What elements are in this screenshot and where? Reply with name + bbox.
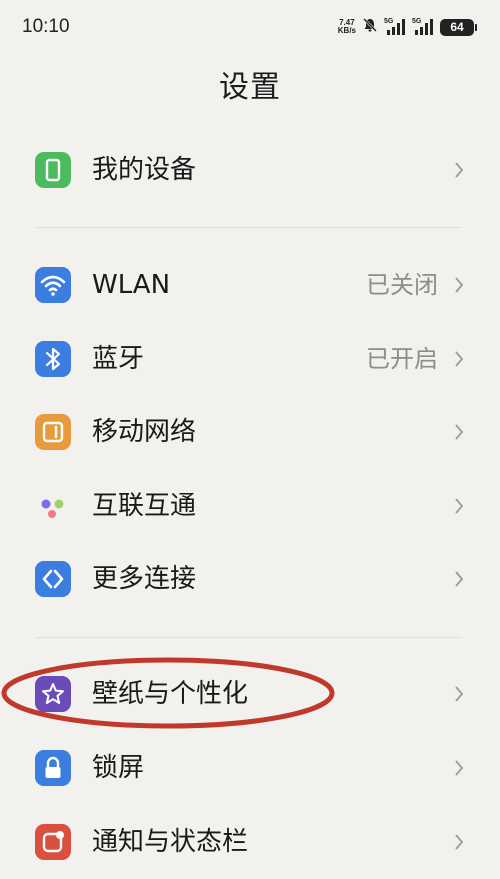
settings-item-more-connections[interactable]: 更多连接 <box>0 547 500 611</box>
chevron-right-icon <box>455 351 464 367</box>
bluetooth-icon <box>35 341 71 377</box>
settings-item-label: 壁纸与个性化 <box>92 679 249 709</box>
settings-item-label: 通知与状态栏 <box>92 827 249 857</box>
settings-item-label: 互联互通 <box>92 491 197 521</box>
chevron-right-icon <box>455 834 464 850</box>
settings-item-label: 更多连接 <box>92 564 197 594</box>
chevron-right-icon <box>455 571 464 587</box>
more-connections-icon <box>35 561 71 597</box>
wlan-status: 已关闭 <box>366 271 438 299</box>
settings-item-mobile-network[interactable]: 移动网络 <box>0 400 500 464</box>
interconnect-icon <box>35 488 71 524</box>
chevron-right-icon <box>455 760 464 776</box>
lock-screen-icon <box>35 750 71 786</box>
chevron-right-icon <box>455 424 464 440</box>
bluetooth-status: 已开启 <box>366 345 438 373</box>
settings-item-bluetooth[interactable]: 蓝牙 已开启 <box>0 327 500 391</box>
chevron-right-icon <box>455 162 464 178</box>
settings-item-label: 我的设备 <box>92 155 197 185</box>
settings-item-wallpaper-personalization[interactable]: 壁纸与个性化 <box>0 662 500 726</box>
chevron-right-icon <box>455 498 464 514</box>
section-divider <box>36 227 462 228</box>
settings-item-interconnect[interactable]: 互联互通 <box>0 474 500 538</box>
device-icon <box>35 152 71 188</box>
chevron-right-icon <box>455 277 464 293</box>
settings-item-wlan[interactable]: WLAN 已关闭 <box>0 253 500 317</box>
section-divider <box>36 637 462 638</box>
settings-item-label: 蓝牙 <box>92 344 145 374</box>
settings-item-label: WLAN <box>92 270 171 300</box>
settings-list: 我的设备 WLAN 已关闭 蓝牙 已开启 移动网络 互联互通 更多连接 壁纸与个… <box>0 0 500 879</box>
settings-item-label: 移动网络 <box>92 417 197 447</box>
settings-item-lock-screen[interactable]: 锁屏 <box>0 736 500 800</box>
settings-item-label: 锁屏 <box>92 753 145 783</box>
wallpaper-icon <box>35 676 71 712</box>
notification-icon <box>35 824 71 860</box>
mobile-network-icon <box>35 414 71 450</box>
settings-item-notifications-status-bar[interactable]: 通知与状态栏 <box>0 810 500 874</box>
settings-item-my-device[interactable]: 我的设备 <box>0 138 500 202</box>
wifi-icon <box>35 267 71 303</box>
chevron-right-icon <box>455 686 464 702</box>
